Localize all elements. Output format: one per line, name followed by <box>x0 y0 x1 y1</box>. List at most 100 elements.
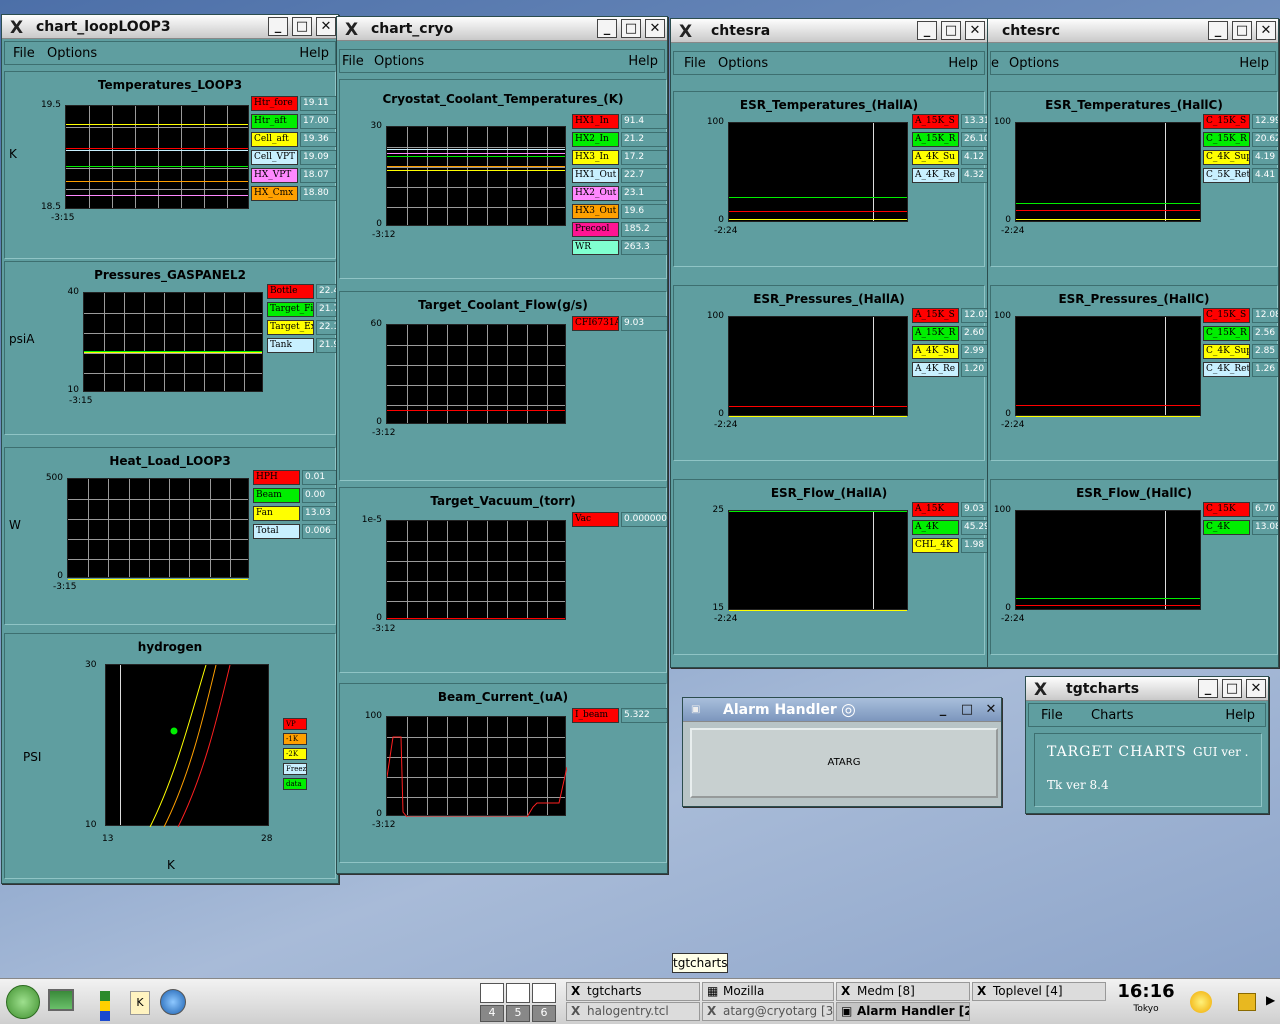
minimize-button[interactable]: _ <box>917 21 937 40</box>
legend-name[interactable]: Htr_aft <box>251 114 298 129</box>
legend-name[interactable]: Tank <box>267 338 314 353</box>
menu-options[interactable]: Options <box>718 56 768 71</box>
minimize-button[interactable]: _ <box>1208 21 1228 40</box>
titlebar[interactable]: X chtesra _ □ ✕ <box>671 19 987 43</box>
legend-name[interactable]: C_15K_S <box>1203 114 1250 129</box>
menu-help[interactable]: Help <box>628 54 658 69</box>
legend-name[interactable]: C_15K_R <box>1203 326 1250 341</box>
legend-name[interactable]: C_5K_Ret <box>1203 168 1250 183</box>
task-terminal[interactable]: Xatarg@cryotarg [3] <box>702 1002 834 1021</box>
menu-options[interactable]: Options <box>374 54 424 69</box>
legend-name[interactable]: A_15K_R <box>912 326 959 341</box>
titlebar[interactable]: ▣ Alarm Handler ◎ _ □ ✕ <box>683 698 1001 722</box>
legend-name[interactable]: A_4K_Re <box>912 168 959 183</box>
desk-6[interactable]: 6 <box>532 1005 556 1022</box>
menu-file[interactable]: e <box>991 56 999 71</box>
legend-name[interactable]: HX2_In <box>572 132 619 147</box>
task-alarm-handler[interactable]: ▣ Alarm Handler [2] <box>836 1002 970 1021</box>
desktop-icon[interactable] <box>48 989 74 1011</box>
legend-name[interactable]: HX1_Out <box>572 168 619 183</box>
titlebar[interactable]: X chart_cryo _ □ ✕ <box>337 17 667 41</box>
legend-name[interactable]: CHL_4K <box>912 538 959 553</box>
menu-charts[interactable]: Charts <box>1091 708 1134 723</box>
desk-3[interactable] <box>532 983 556 1003</box>
close-button[interactable]: ✕ <box>1256 21 1276 40</box>
menu-help[interactable]: Help <box>299 46 329 61</box>
weather-sun-icon[interactable] <box>1190 991 1212 1013</box>
legend-name[interactable]: A_4K <box>912 520 959 535</box>
menu-help[interactable]: Help <box>1225 708 1255 723</box>
legend-name[interactable]: Cell_VPT <box>251 150 298 165</box>
legend-name[interactable]: A_4K_Su <box>912 150 959 165</box>
desk-1[interactable] <box>480 983 504 1003</box>
menu-options[interactable]: Options <box>47 46 97 61</box>
maximize-button[interactable]: □ <box>1222 679 1242 698</box>
legend-name[interactable]: A_15K_S <box>912 308 959 323</box>
legend-name[interactable]: C_4K <box>1203 520 1250 535</box>
legend-name[interactable]: data <box>283 778 307 790</box>
maximize-button[interactable]: □ <box>292 17 312 36</box>
legend-name[interactable]: Target_Ex <box>267 320 314 335</box>
legend-name[interactable]: Vac <box>572 512 619 527</box>
legend-name[interactable]: Beam <box>253 488 300 503</box>
task-tgtcharts[interactable]: Xtgtcharts <box>566 982 700 1001</box>
minimize-button[interactable]: _ <box>268 17 288 36</box>
legend-name[interactable]: Fan <box>253 506 300 521</box>
desk-4[interactable]: 4 <box>480 1005 504 1022</box>
desk-5[interactable]: 5 <box>506 1005 530 1022</box>
menu-file[interactable]: File <box>342 54 364 69</box>
titlebar[interactable]: X tgtcharts _ □ ✕ <box>1026 677 1268 701</box>
legend-name[interactable]: HX3_Out <box>572 204 619 219</box>
menu-file[interactable]: File <box>1041 708 1063 723</box>
legend-name[interactable]: Total <box>253 524 300 539</box>
legend-name[interactable]: C_4K_Ret <box>1203 362 1250 377</box>
legend-name[interactable]: HPH <box>253 470 300 485</box>
menu-file[interactable]: File <box>684 56 706 71</box>
legend-name[interactable]: C_4K_Sup <box>1203 150 1250 165</box>
scroll-right-icon[interactable]: ▶ <box>1266 993 1275 1007</box>
menu-file[interactable]: File <box>13 46 35 61</box>
legend-name[interactable]: A_4K_Su <box>912 344 959 359</box>
lock-icon[interactable] <box>1238 993 1256 1011</box>
legend-name[interactable]: C_4K_Sup <box>1203 344 1250 359</box>
close-button[interactable]: ✕ <box>316 17 336 36</box>
legend-name[interactable]: Target_Fi <box>267 302 314 317</box>
close-button[interactable]: ✕ <box>645 19 665 38</box>
desk-2[interactable] <box>506 983 530 1003</box>
legend-name[interactable]: A_15K_R <box>912 132 959 147</box>
menu-help[interactable]: Help <box>1239 56 1269 71</box>
task-medm[interactable]: X Medm [8] <box>836 982 970 1001</box>
legend-name[interactable]: C_15K_R <box>1203 132 1250 147</box>
maximize-button[interactable]: □ <box>621 19 641 38</box>
minimize-button[interactable]: _ <box>933 700 953 719</box>
browser-globe-icon[interactable] <box>160 989 186 1015</box>
legend-name[interactable]: WR <box>572 240 619 255</box>
maximize-button[interactable]: □ <box>957 700 977 719</box>
task-halogentry[interactable]: Xhalogentry.tcl <box>566 1002 700 1021</box>
legend-name[interactable]: Precool <box>572 222 619 237</box>
legend-name[interactable]: CFI6731A <box>572 316 619 331</box>
legend-name[interactable]: Htr_fore <box>251 96 298 111</box>
maximize-button[interactable]: □ <box>941 21 961 40</box>
legend-name[interactable]: HX_Cmx <box>251 186 298 201</box>
legend-name[interactable]: I_beam <box>572 708 619 723</box>
titlebar[interactable]: chtesrc _ □ ✕ <box>988 19 1278 43</box>
legend-name[interactable]: Bottle <box>267 284 314 299</box>
legend-name[interactable]: A_15K_S <box>912 114 959 129</box>
legend-name[interactable]: VP <box>283 718 307 730</box>
atarg-alarm-button[interactable]: ATARG <box>690 728 998 798</box>
menu-options[interactable]: Options <box>1009 56 1059 71</box>
menu-help[interactable]: Help <box>948 56 978 71</box>
clock[interactable]: 16:16 Tokyo <box>1114 981 1178 1023</box>
legend-name[interactable]: A_15K <box>912 502 959 517</box>
suse-menu-icon[interactable] <box>6 985 40 1019</box>
task-mozilla[interactable]: ▦ Mozilla <box>702 982 834 1001</box>
legend-name[interactable]: C_15K <box>1203 502 1250 517</box>
legend-name[interactable]: HX_VPT <box>251 168 298 183</box>
task-toplevel[interactable]: X Toplevel [4] <box>972 982 1106 1001</box>
legend-name[interactable]: C_15K_S <box>1203 308 1250 323</box>
legend-name[interactable]: HX2_Out <box>572 186 619 201</box>
legend-name[interactable]: -1K <box>283 733 307 745</box>
close-button[interactable]: ✕ <box>1246 679 1266 698</box>
konqueror-icon[interactable]: K <box>130 991 150 1015</box>
